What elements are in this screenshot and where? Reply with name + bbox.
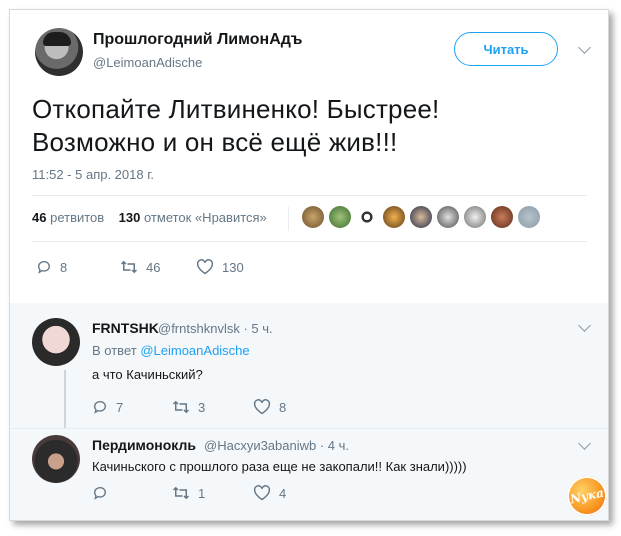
thread-line bbox=[64, 370, 66, 428]
reply-time[interactable]: · 4 ч. bbox=[320, 438, 349, 453]
retweet-icon bbox=[120, 260, 138, 274]
heart-icon bbox=[196, 259, 214, 275]
reply-text: Качиньского с прошлого раза еще не закоп… bbox=[92, 459, 467, 474]
retweets-stat[interactable]: 46 ретвитов bbox=[32, 210, 104, 225]
liker-avatar[interactable] bbox=[356, 206, 378, 228]
tweet-stats: 46 ретвитов 130 отметок «Нравится» bbox=[32, 210, 267, 225]
liker-avatar[interactable] bbox=[410, 206, 432, 228]
like-button[interactable]: 4 bbox=[253, 485, 286, 501]
reply-to-label: В ответ bbox=[92, 343, 137, 358]
stats-divider bbox=[288, 207, 289, 231]
liker-avatar[interactable] bbox=[437, 206, 459, 228]
retweet-button[interactable]: 3 bbox=[172, 399, 205, 415]
reply-author-name[interactable]: Пердимонокль bbox=[92, 437, 196, 453]
retweet-icon bbox=[172, 486, 190, 500]
reply-count: 8 bbox=[60, 259, 68, 275]
like-count: 8 bbox=[279, 399, 287, 415]
like-button[interactable]: 8 bbox=[253, 399, 286, 415]
reply-avatar[interactable] bbox=[32, 318, 80, 366]
retweet-button[interactable]: 1 bbox=[172, 485, 205, 501]
tweet-timestamp[interactable]: 11:52 - 5 апр. 2018 г. bbox=[32, 167, 154, 182]
tweet-card: Прошлогодний ЛимонАдъ @LeimoanAdische Чи… bbox=[9, 9, 611, 521]
reply-author-handle[interactable]: @frntshknvlsk bbox=[158, 321, 240, 336]
tweet-text-line: Возможно и он всё ещё жив!!! bbox=[32, 127, 398, 157]
reply-author-name[interactable]: FRNTSHK bbox=[92, 320, 159, 336]
reply-button[interactable]: 8 bbox=[36, 259, 67, 275]
divider bbox=[32, 195, 587, 196]
liker-avatar[interactable] bbox=[464, 206, 486, 228]
liker-avatar[interactable] bbox=[383, 206, 405, 228]
reply-icon bbox=[38, 261, 50, 274]
reply-count: 7 bbox=[116, 399, 124, 415]
reply-context: В ответ @LeimoanAdische bbox=[92, 343, 250, 358]
tweet-text-line: Откопайте Литвиненко! Быстрее! bbox=[32, 94, 440, 124]
liker-avatar[interactable] bbox=[491, 206, 513, 228]
reply-avatar[interactable] bbox=[32, 435, 80, 483]
liker-avatar[interactable] bbox=[518, 206, 540, 228]
reply-icon bbox=[94, 487, 106, 500]
likes-count: 130 bbox=[118, 210, 141, 225]
retweet-count: 3 bbox=[198, 399, 206, 415]
tweet-text: Откопайте Литвиненко! Быстрее! Возможно … bbox=[32, 93, 572, 159]
retweet-button[interactable]: 46 bbox=[120, 259, 160, 275]
author-name[interactable]: Прошлогодний ЛимонАдъ bbox=[93, 31, 302, 49]
like-count: 130 bbox=[222, 259, 244, 275]
reply-time[interactable]: · 5 ч. bbox=[243, 321, 272, 336]
reply-text: а что Качиньский? bbox=[92, 367, 203, 382]
liker-avatar[interactable] bbox=[302, 206, 324, 228]
divider bbox=[10, 428, 608, 429]
reply-to-link[interactable]: @LeimoanAdische bbox=[140, 343, 249, 358]
author-handle[interactable]: @LeimoanAdische bbox=[93, 55, 202, 70]
follow-button[interactable]: Читать bbox=[454, 32, 558, 66]
reply-button[interactable]: 7 bbox=[92, 399, 123, 415]
like-count: 4 bbox=[279, 485, 287, 501]
liker-avatar[interactable] bbox=[329, 206, 351, 228]
retweet-icon bbox=[172, 400, 190, 414]
reply-button[interactable] bbox=[92, 485, 116, 501]
like-button[interactable]: 130 bbox=[196, 259, 244, 275]
divider bbox=[32, 241, 587, 242]
chevron-down-icon[interactable] bbox=[578, 41, 591, 54]
retweet-count: 1 bbox=[198, 485, 206, 501]
reply-meta: @Насхуи3abaniwb · 4 ч. bbox=[204, 438, 349, 453]
heart-icon bbox=[253, 399, 271, 415]
retweets-label: ретвитов bbox=[50, 210, 105, 225]
likes-stat[interactable]: 130 отметок «Нравится» bbox=[119, 210, 267, 225]
heart-icon bbox=[253, 485, 271, 501]
reply-meta: @frntshknvlsk · 5 ч. bbox=[158, 321, 273, 336]
author-avatar[interactable] bbox=[35, 28, 83, 76]
reply-icon bbox=[94, 401, 106, 414]
reply-author-handle[interactable]: @Насхуи3abaniwb bbox=[204, 438, 316, 453]
likes-label: отметок «Нравится» bbox=[143, 210, 267, 225]
retweets-count: 46 bbox=[32, 210, 47, 225]
retweet-count: 46 bbox=[146, 259, 161, 275]
